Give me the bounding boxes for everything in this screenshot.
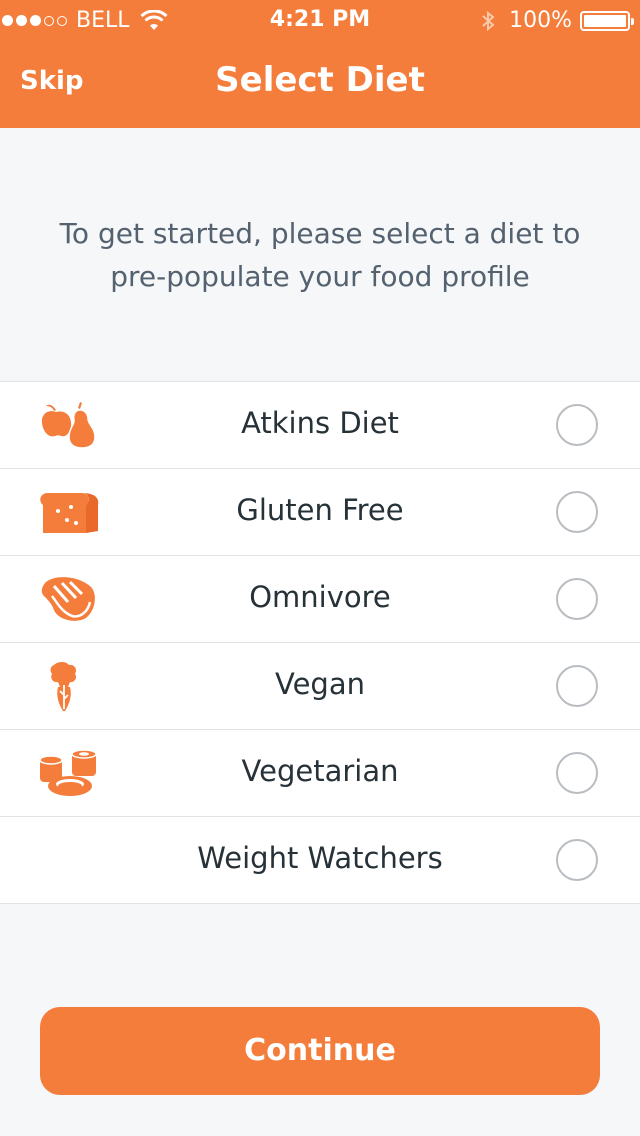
diet-list: Atkins Diet Gluten Free Omnivore Vegan V… xyxy=(0,381,640,904)
diet-label: Gluten Free xyxy=(236,493,404,527)
intro-text: To get started, please select a diet to … xyxy=(59,217,581,293)
radio-button[interactable] xyxy=(556,839,598,881)
diet-label: Atkins Diet xyxy=(241,406,399,440)
diet-option-vegan[interactable]: Vegan xyxy=(0,643,640,730)
diet-label: Vegan xyxy=(275,667,365,701)
diet-label: Weight Watchers xyxy=(197,841,443,875)
diet-label: Omnivore xyxy=(249,580,391,614)
radio-button[interactable] xyxy=(556,665,598,707)
status-bar: BELL 4:21 PM 100% xyxy=(0,0,640,40)
diet-option-atkins[interactable]: Atkins Diet xyxy=(0,382,640,469)
radio-button[interactable] xyxy=(556,404,598,446)
battery-icon xyxy=(580,10,634,31)
radio-button[interactable] xyxy=(556,491,598,533)
diet-option-vegetarian[interactable]: Vegetarian xyxy=(0,730,640,817)
diet-option-weight-watchers[interactable]: Weight Watchers xyxy=(0,817,640,904)
diet-label: Vegetarian xyxy=(241,754,399,788)
continue-button[interactable]: Continue xyxy=(40,1007,600,1095)
radio-button[interactable] xyxy=(556,752,598,794)
battery-percentage: 100% xyxy=(509,8,572,33)
radio-button[interactable] xyxy=(556,578,598,620)
header: BELL 4:21 PM 100% Skip Select Diet xyxy=(0,0,640,128)
page-title: Select Diet xyxy=(215,60,425,100)
diet-option-omnivore[interactable]: Omnivore xyxy=(0,556,640,643)
diet-option-gluten-free[interactable]: Gluten Free xyxy=(0,469,640,556)
bluetooth-icon xyxy=(482,10,495,31)
